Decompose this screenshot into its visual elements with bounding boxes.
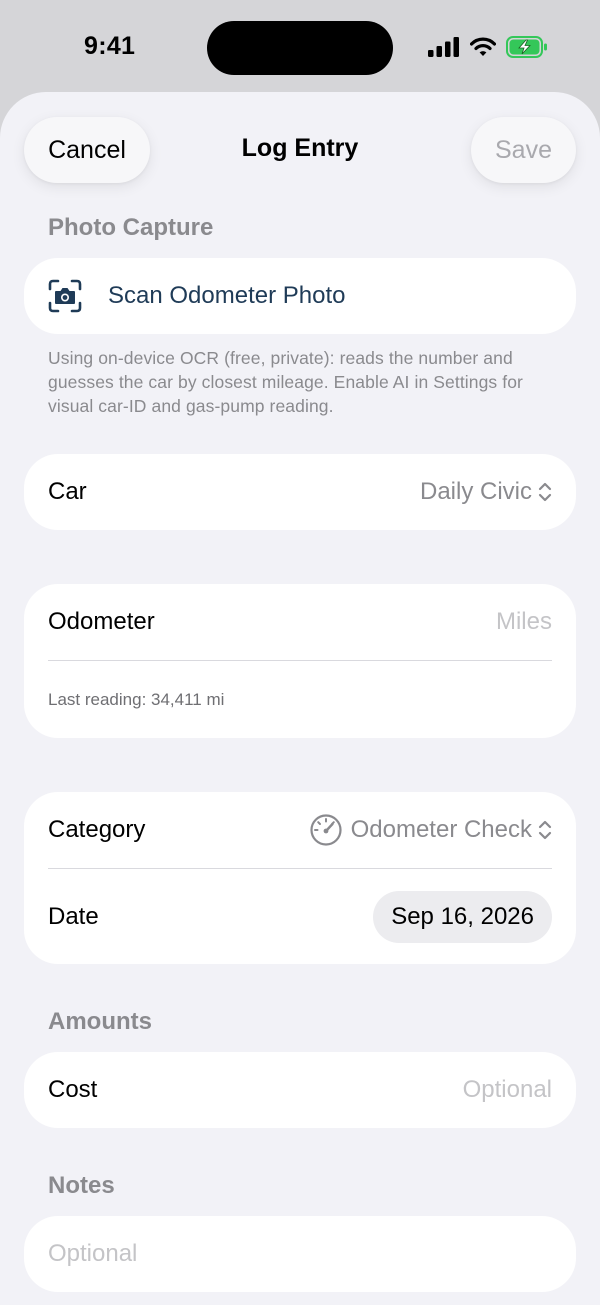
- divider: [48, 660, 552, 661]
- cancel-button[interactable]: Cancel: [24, 117, 150, 183]
- notes-row[interactable]: Optional: [48, 1216, 552, 1292]
- chevron-up-down-icon: [538, 820, 552, 840]
- cost-card: Cost Optional: [24, 1052, 576, 1128]
- car-picker-card: Car Daily Civic: [24, 454, 576, 530]
- category-row[interactable]: Category Odometer Check: [48, 792, 552, 868]
- section-header-notes: Notes: [48, 1172, 115, 1199]
- section-header-photo-capture: Photo Capture: [48, 214, 214, 241]
- cost-row[interactable]: Cost Optional: [48, 1052, 552, 1128]
- section-header-amounts: Amounts: [48, 1008, 152, 1035]
- last-reading-note: Last reading: 34,411 mi: [48, 690, 225, 709]
- car-label: Car: [48, 478, 87, 505]
- category-picker-value[interactable]: Odometer Check: [309, 813, 552, 847]
- ocr-footnote: Using on-device OCR (free, private): rea…: [48, 348, 523, 416]
- status-icons: [428, 36, 548, 58]
- gauge-icon: [309, 814, 342, 846]
- wifi-icon: [470, 37, 496, 56]
- category-label: Category: [48, 816, 146, 843]
- car-value: Daily Civic: [419, 478, 532, 505]
- date-picker-button[interactable]: Sep 16, 2026: [373, 890, 552, 943]
- chevron-up-down-icon: [538, 482, 552, 502]
- battery-charging-icon: [506, 36, 547, 58]
- cost-label: Cost: [48, 1076, 98, 1103]
- log-entry-sheet: Cancel Log Entry Save Photo Capture Scan…: [0, 92, 600, 1305]
- page-title: Log Entry: [241, 134, 359, 162]
- category-date-card: Category Odometer Check Date Sep 16, 202…: [24, 792, 576, 964]
- category-value: Odometer Check: [350, 816, 532, 843]
- odometer-row[interactable]: Odometer Miles: [48, 584, 552, 660]
- car-picker-value[interactable]: Daily Civic: [420, 478, 552, 506]
- status-time: 9:41: [84, 32, 136, 60]
- odometer-card: Odometer Miles Last reading: 34,411 mi: [24, 584, 576, 738]
- scan-odometer-photo-label: Scan Odometer Photo: [108, 282, 346, 309]
- save-button[interactable]: Save: [471, 117, 576, 183]
- notes-input[interactable]: Optional: [48, 1240, 137, 1268]
- status-bar: 9:41: [0, 0, 600, 92]
- camera-viewfinder-icon: [48, 279, 82, 313]
- date-label: Date: [48, 902, 99, 930]
- car-picker-row[interactable]: Car Daily Civic: [48, 454, 552, 530]
- scan-odometer-photo-button[interactable]: Scan Odometer Photo: [24, 258, 576, 334]
- odometer-input[interactable]: Miles: [496, 608, 552, 636]
- cellular-signal-icon: [428, 37, 459, 57]
- cost-input[interactable]: Optional: [463, 1076, 552, 1104]
- odometer-label: Odometer: [48, 608, 155, 635]
- date-row: Date Sep 16, 2026: [48, 869, 552, 964]
- notes-card: Optional: [24, 1216, 576, 1292]
- dynamic-island: [207, 21, 393, 75]
